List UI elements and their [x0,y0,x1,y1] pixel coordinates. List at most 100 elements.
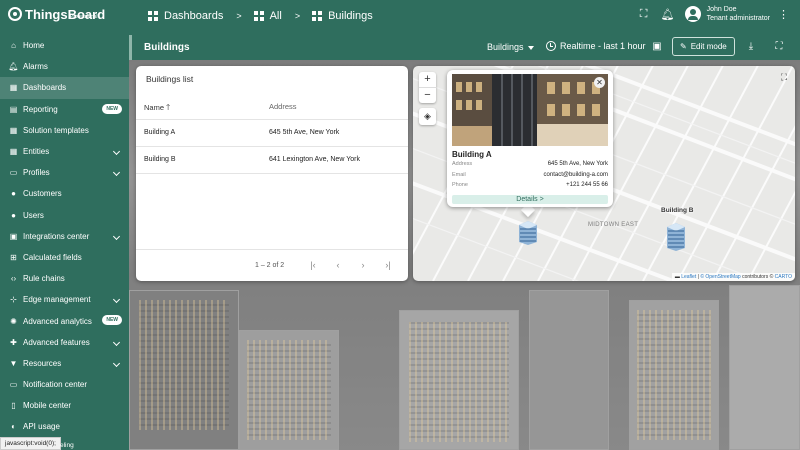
sidebar-item-alarms[interactable]: 🔔︎ Alarms [0,56,129,77]
buildings-list-widget: Buildings list Name 🡑 Address Building A … [136,66,408,281]
table-row[interactable]: Building B 641 Lexington Ave, New York [136,147,408,174]
fullscreen-icon[interactable]: ⛶ [637,7,651,21]
attribution-separator: | [697,274,699,280]
sidebar-item-profiles[interactable]: ▭ Profiles [0,162,129,183]
clock-icon [546,41,556,51]
sidebar-item-advanced-features[interactable]: ✚ Advanced features [0,332,129,353]
profiles-icon: ▭ [9,168,18,178]
pencil-icon: ✎ [680,42,687,51]
customers-icon: ● [11,189,16,199]
browser-status-bar: javascript:void(0); [0,437,61,450]
sidebar: ⌂ Home 🔔︎ Alarms ▦ Dashboards ▤ Reporting NEW ▦ So… [0,35,129,450]
notification-icon: ▭ [9,380,18,390]
breadcrumb-separator: > [294,11,301,21]
field-label: Address [452,161,473,167]
map-attribution: ▬ Leaflet | © OpenStreetMap contributors… [671,273,795,281]
previous-page-icon[interactable]: ‹ [333,260,343,270]
dashboard-toolbar: Buildings Buildings Realtime - last 1 ho… [129,35,800,60]
cell-name: Building A [144,129,176,136]
chevron-down-icon [112,296,121,304]
sidebar-item-customers[interactable]: ● Customers [0,183,129,204]
sidebar-item-resources[interactable]: ▼ Resources [0,353,129,374]
carto-link[interactable]: CARTO [775,274,792,280]
sidebar-item-rule-chains[interactable]: ‹› Rule chains [0,268,129,289]
user-info[interactable]: John Doe Tenant administrator [707,5,770,23]
sidebar-item-integrations-center[interactable]: ▣ Integrations center [0,226,129,247]
layers-icon[interactable]: ◈ [419,108,436,125]
pagination-range: 1 – 2 of 2 [255,262,285,269]
edge-icon: ⊹ [10,295,17,305]
thingsboard-logo-icon [8,7,22,21]
sidebar-item-edge-management[interactable]: ⊹ Edge management [0,289,129,310]
first-page-icon[interactable]: |‹ [308,260,318,270]
avatar[interactable] [684,6,701,22]
sidebar-nav: ⌂ Home 🔔︎ Alarms ▦ Dashboards ▤ Reporting NEW ▦ So… [0,35,129,438]
sidebar-item-calculated-fields[interactable]: ⊞ Calculated fields [0,247,129,268]
zoom-in-button[interactable]: + [419,72,436,87]
field-label: Email [452,172,466,178]
building-photo-graphic [452,74,608,146]
openstreetmap-link[interactable]: © OpenStreetMap [700,274,740,280]
building-marker-icon[interactable] [518,220,538,246]
integrations-icon: ▣ [9,231,18,241]
breadcrumb-dashboards[interactable]: Dashboards [148,10,223,22]
leaflet-flag-icon: ▬ [674,274,680,280]
chevron-down-icon [112,147,121,155]
next-page-icon[interactable]: › [358,260,368,270]
sidebar-item-label: Entities [23,147,50,157]
template-icon: ▦ [9,125,18,135]
map-fullscreen-icon[interactable]: ⛶ [779,72,789,82]
chevron-down-icon [112,232,121,240]
sidebar-item-advanced-analytics[interactable]: ✺ Advanced analytics NEW [0,310,129,331]
download-icon[interactable]: ⤓ [745,41,757,53]
more-vert-icon[interactable]: ⋮ [778,8,789,21]
edit-mode-button[interactable]: ✎ Edit mode [672,37,735,56]
sidebar-item-solution-templates[interactable]: ▦ Solution templates [0,120,129,141]
sidebar-item-entities[interactable]: ▦ Entities [0,141,129,162]
sidebar-item-label: Dashboards [23,83,67,93]
sidebar-item-dashboards[interactable]: ▦ Dashboards [0,77,129,99]
notifications-bell-icon[interactable]: 🔔︎ [661,7,675,21]
sidebar-item-home[interactable]: ⌂ Home [0,35,129,56]
rule-chains-icon: ‹› [10,274,17,284]
column-header-name[interactable]: Name 🡑 [144,102,170,116]
sidebar-item-mobile-center[interactable]: ▯ Mobile center [0,395,129,416]
sidebar-item-label: Edge management [23,295,91,305]
fullscreen-icon[interactable]: ⛶ [773,41,785,53]
paginator: 1 – 2 of 2 |‹ ‹ › ›| [136,249,408,281]
breadcrumb-label: All [269,10,282,22]
timewindow-button[interactable]: Realtime - last 1 hour [546,41,646,51]
building-marker-icon[interactable] [666,222,686,252]
api-usage-icon: ◐ [11,422,16,432]
user-name: John Doe [706,6,737,13]
sidebar-item-label: Reporting [23,104,58,114]
sidebar-item-label: Solution templates [23,125,89,135]
chevron-down-icon [112,359,121,367]
table-row[interactable]: Building A 645 5th Ave, New York [136,120,408,147]
breadcrumb-separator: > [236,11,242,21]
breadcrumb-all[interactable]: All [253,10,282,22]
close-icon[interactable]: ✕ [594,77,605,88]
sidebar-item-api-usage[interactable]: ◐ API usage [0,416,129,437]
sidebar-item-reporting[interactable]: ▤ Reporting NEW [0,99,129,120]
leaflet-link[interactable]: Leaflet [681,274,696,280]
sidebar-item-label: Mobile center [23,401,72,411]
image-export-icon[interactable]: ▣ [651,41,663,53]
dashboard-icon [312,10,323,22]
sidebar-item-label: Integrations center [23,231,90,241]
cell-address: 645 5th Ave, New York [269,129,340,136]
new-badge: NEW [102,315,122,326]
details-button[interactable]: Details > [452,195,608,204]
field-value: 645 5th Ave, New York [547,161,608,167]
dashboard-title: Buildings [144,42,190,53]
sidebar-item-users[interactable]: ● Users [0,205,129,226]
last-page-icon[interactable]: ›| [383,260,393,270]
widget-title: Buildings list [146,74,194,84]
field-label: Phone [452,182,468,188]
dashboard-state-select[interactable]: Buildings [487,42,534,52]
report-icon: ▤ [9,104,18,114]
zoom-out-button[interactable]: − [419,87,436,102]
sidebar-item-notification-center[interactable]: ▭ Notification center [0,374,129,395]
breadcrumb-label: Buildings [328,10,373,22]
column-header-address[interactable]: Address [269,102,297,111]
